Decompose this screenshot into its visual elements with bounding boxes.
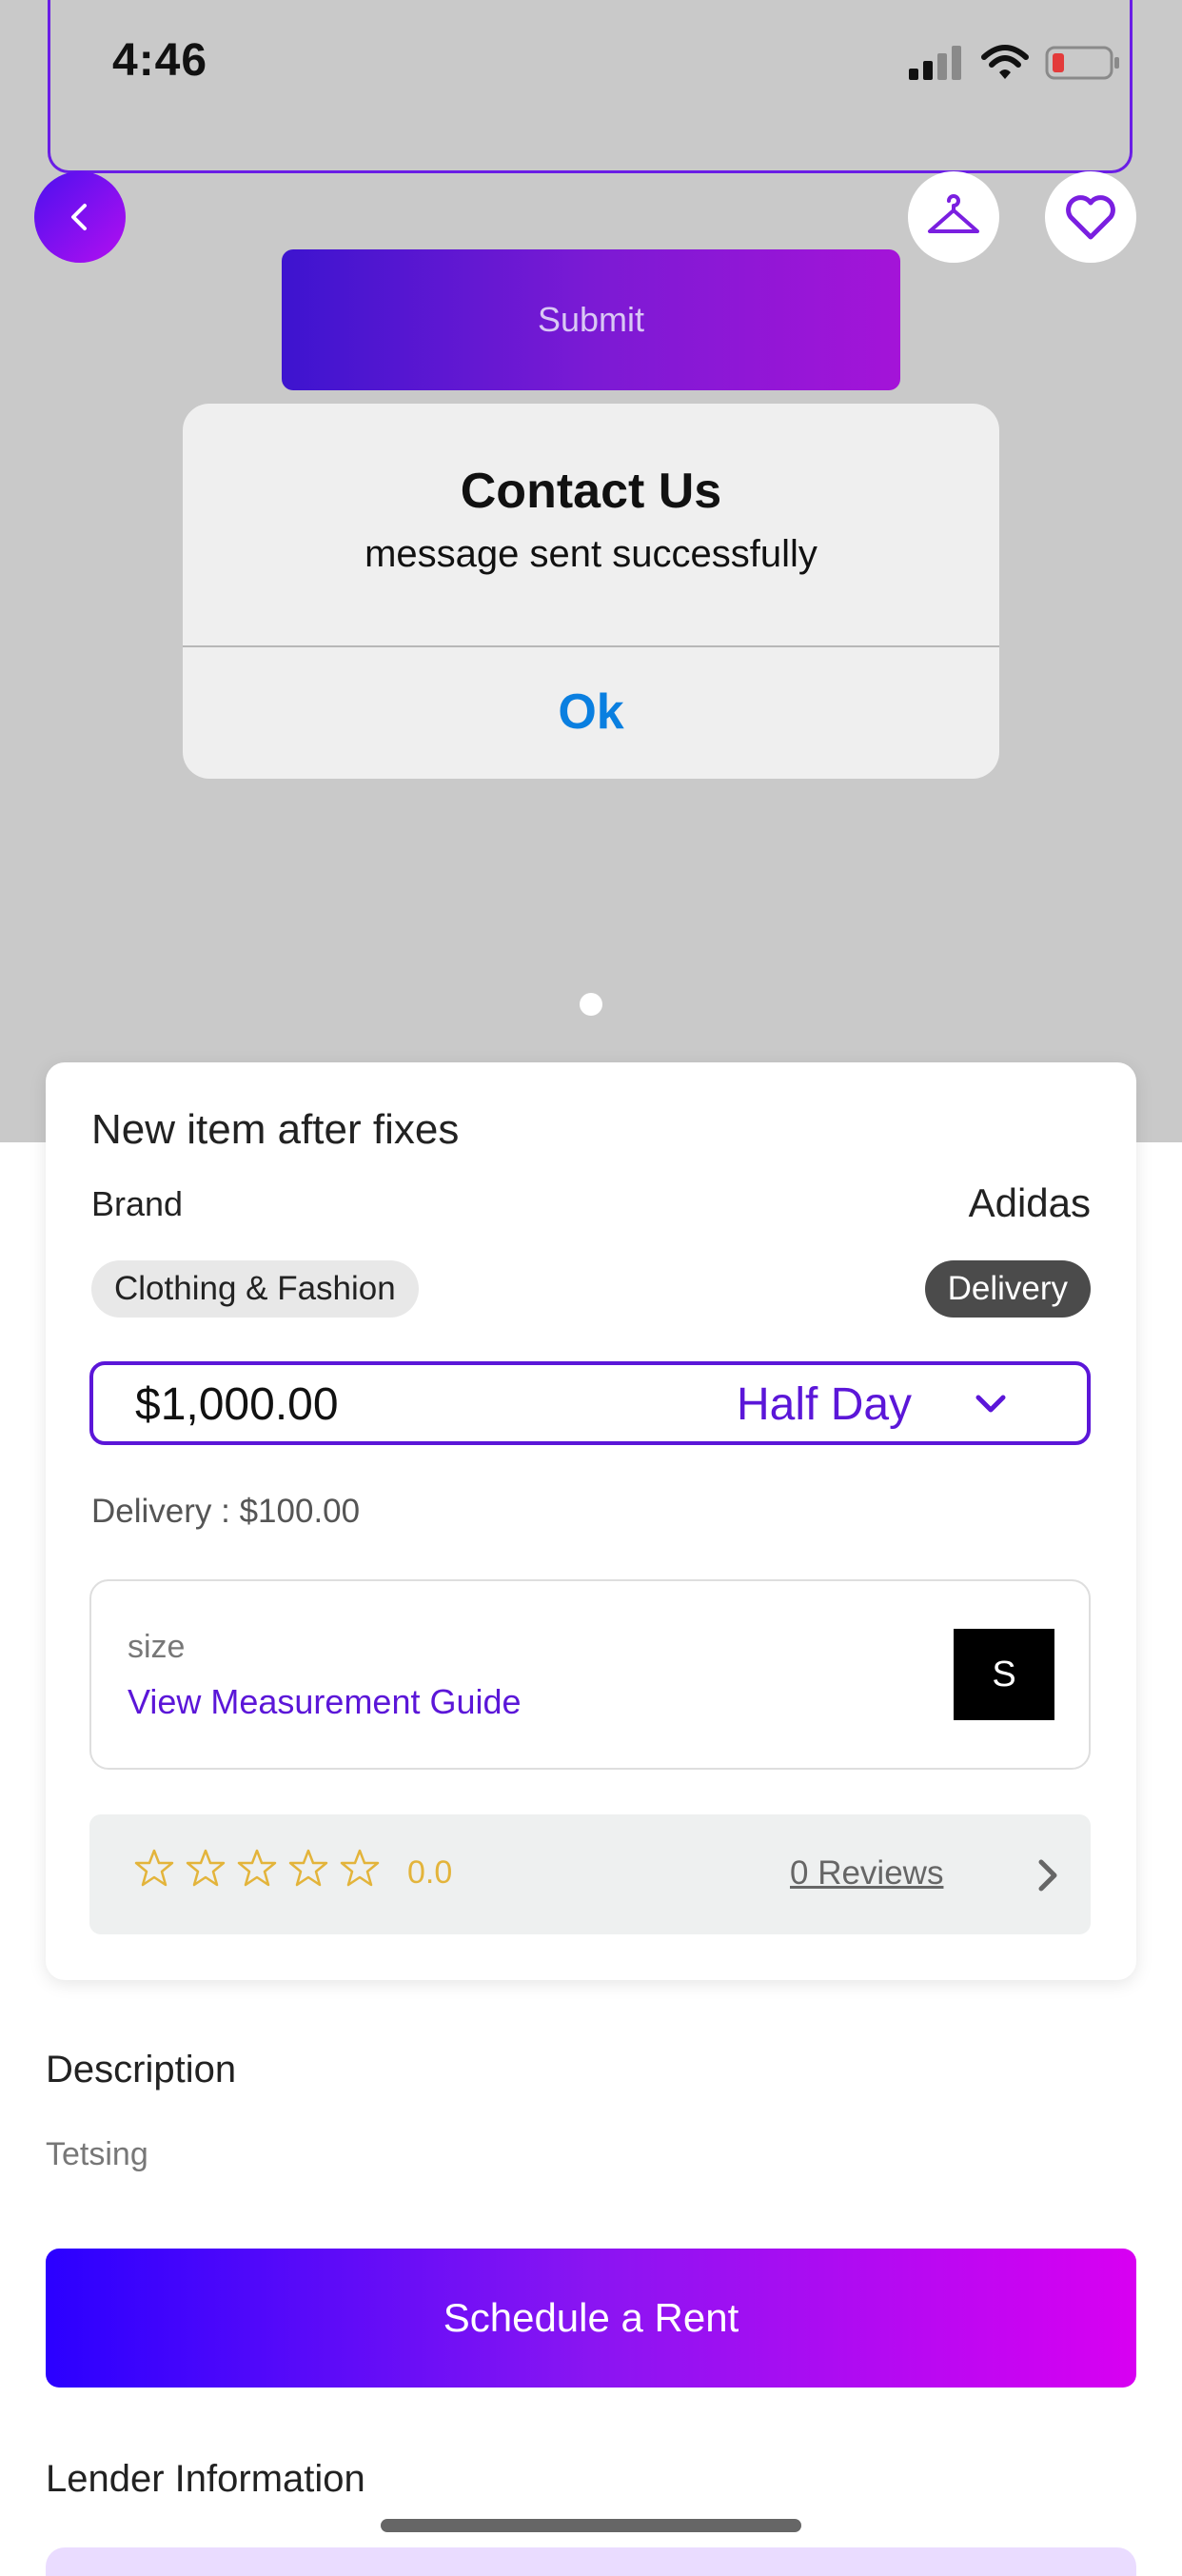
- lender-card: [46, 2547, 1136, 2576]
- brand-label: Brand: [91, 1184, 184, 1223]
- brand-value: Adidas: [968, 1180, 1091, 1225]
- reviews-row[interactable]: 0.0 0 Reviews: [89, 1814, 1091, 1934]
- alert-ok-button[interactable]: Ok: [183, 645, 999, 779]
- product-title: New item after fixes: [91, 1106, 460, 1153]
- chevron-right-icon: [1038, 1859, 1057, 1892]
- lender-information-heading: Lender Information: [46, 2458, 365, 2500]
- star-outline-icon: [288, 1849, 328, 1887]
- schedule-rent-button[interactable]: Schedule a Rent: [46, 2249, 1136, 2388]
- product-image-area: 4:46 Submit Contact Us message sent succ…: [0, 0, 1182, 1142]
- description-heading: Description: [46, 2049, 237, 2091]
- size-label: size: [128, 1629, 186, 1665]
- price-value: $1,000.00: [135, 1379, 339, 1430]
- hanger-icon: [928, 194, 979, 233]
- reviews-link[interactable]: 0 Reviews: [790, 1854, 943, 1892]
- size-option[interactable]: S: [954, 1629, 1054, 1720]
- rental-duration-select[interactable]: $1,000.00 Half Day: [89, 1361, 1091, 1445]
- back-button[interactable]: [34, 171, 126, 263]
- alert-message: message sent successfully: [364, 533, 818, 575]
- alert-title: Contact Us: [460, 464, 722, 519]
- status-time: 4:46: [112, 35, 208, 86]
- wardrobe-button[interactable]: [908, 171, 999, 263]
- category-chip: Clothing & Fashion: [91, 1260, 419, 1318]
- delivery-fee: Delivery : $100.00: [91, 1493, 361, 1530]
- signal-icon: [909, 46, 961, 80]
- measurement-guide-link[interactable]: View Measurement Guide: [128, 1682, 522, 1722]
- heart-outline-icon: [1066, 195, 1115, 240]
- star-outline-icon: [186, 1849, 226, 1887]
- favorite-button[interactable]: [1045, 171, 1136, 263]
- star-outline-icon: [237, 1849, 277, 1887]
- wifi-icon: [981, 45, 1029, 79]
- duration-value: Half Day: [737, 1379, 913, 1430]
- status-bar-frame: [48, 0, 1133, 173]
- home-indicator[interactable]: [381, 2519, 801, 2532]
- product-details-card: New item after fixes Brand Adidas Clothi…: [46, 1062, 1136, 1980]
- star-outline-icon: [340, 1849, 380, 1887]
- chevron-down-icon: [975, 1395, 1006, 1413]
- rating-stars: [133, 1847, 381, 1889]
- delivery-badge: Delivery: [924, 1260, 1091, 1318]
- image-page-indicator: [580, 993, 602, 1016]
- chevron-left-icon: [71, 204, 87, 230]
- size-section: size View Measurement Guide S: [89, 1579, 1091, 1770]
- star-outline-icon: [134, 1849, 174, 1887]
- description-text: Tetsing: [46, 2136, 148, 2172]
- battery-low-icon: [1045, 46, 1119, 80]
- contact-alert-dialog: Contact Us message sent successfully Ok: [183, 404, 999, 779]
- submit-button[interactable]: Submit: [282, 249, 900, 390]
- rating-value: 0.0: [407, 1854, 453, 1891]
